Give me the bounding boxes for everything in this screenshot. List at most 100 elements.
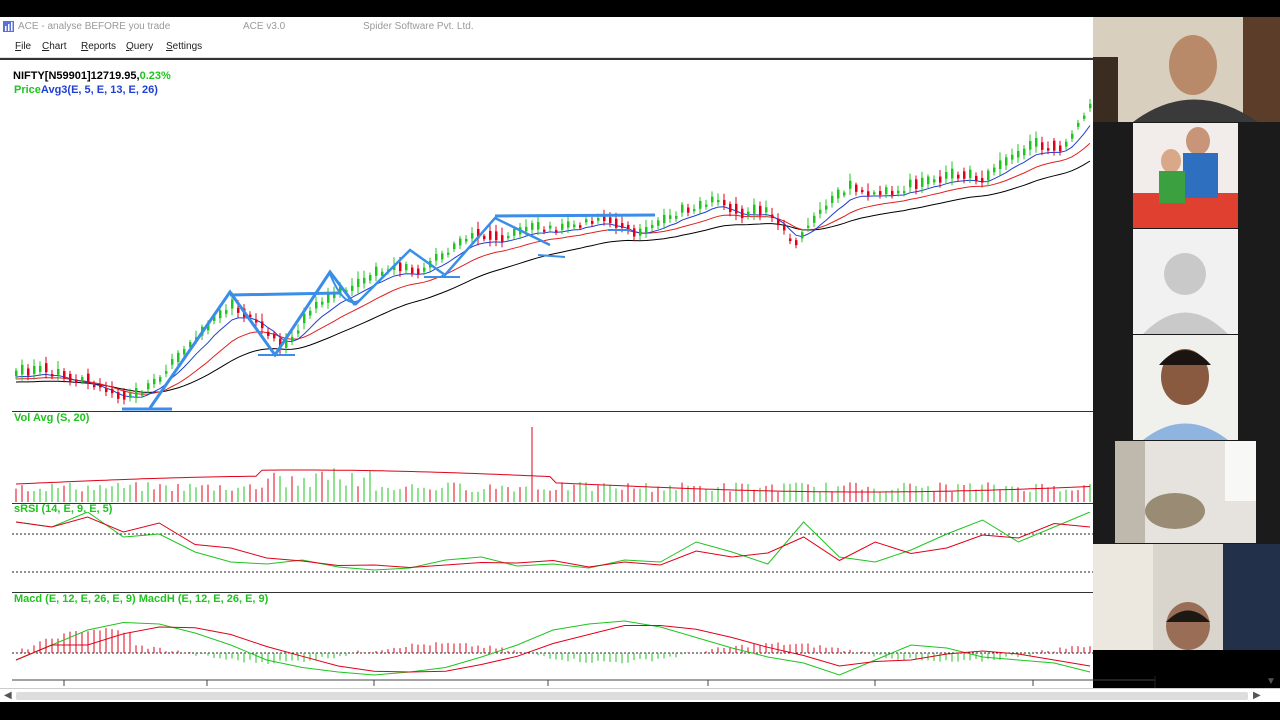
macd-line bbox=[15, 620, 1091, 676]
candle-body bbox=[837, 189, 840, 199]
candle-body bbox=[1005, 157, 1008, 166]
macd-signal-line bbox=[15, 625, 1091, 673]
participant-video-1[interactable] bbox=[1093, 17, 1280, 122]
candle-body bbox=[1035, 138, 1038, 147]
macd-panel-label: Macd (E, 12, E, 26, E, 9) MacdH (E, 12, … bbox=[14, 593, 269, 605]
candle-body bbox=[507, 235, 510, 239]
candle-body bbox=[123, 391, 126, 400]
participant-1-avatar bbox=[1093, 17, 1280, 122]
candle-body bbox=[927, 176, 930, 185]
candle-body bbox=[375, 266, 378, 276]
candle-body bbox=[1023, 148, 1026, 156]
candle-body bbox=[177, 352, 180, 362]
candle-body bbox=[723, 199, 726, 206]
candle-body bbox=[363, 277, 366, 284]
candle-body bbox=[537, 222, 540, 230]
video-participants-panel bbox=[1093, 17, 1280, 650]
menu-chart[interactable]: Chart bbox=[42, 41, 66, 52]
candle-body bbox=[657, 220, 660, 226]
participant-video-2[interactable] bbox=[1133, 123, 1238, 228]
candle-body bbox=[291, 336, 294, 342]
vendor-name: Spider Software Pvt. Ltd. bbox=[363, 21, 474, 32]
candle-body bbox=[765, 207, 768, 213]
app-icon bbox=[3, 21, 14, 32]
candle-body bbox=[111, 388, 114, 394]
candle-body bbox=[33, 365, 36, 374]
candle-body bbox=[483, 235, 486, 240]
time-axis bbox=[12, 676, 1156, 688]
crosshair-readout: 142 bbox=[1155, 650, 1174, 662]
scroll-right-arrow-icon[interactable]: ▶ bbox=[1253, 690, 1261, 701]
candle-body bbox=[549, 225, 552, 229]
candle-body bbox=[891, 190, 894, 195]
candle-body bbox=[615, 218, 618, 228]
candle-body bbox=[663, 214, 666, 224]
candle-body bbox=[15, 370, 18, 376]
participant-video-5[interactable] bbox=[1115, 441, 1256, 543]
candle-body bbox=[105, 388, 108, 393]
candle-body bbox=[825, 205, 828, 210]
candle-body bbox=[87, 373, 90, 384]
candle-body bbox=[417, 268, 420, 275]
participant-video-4[interactable] bbox=[1133, 335, 1238, 440]
candle-body bbox=[675, 215, 678, 219]
candle-body bbox=[699, 200, 702, 209]
candle-body bbox=[1083, 115, 1086, 119]
menu-query[interactable]: Query bbox=[126, 41, 153, 52]
price-chart[interactable] bbox=[0, 60, 1093, 412]
candle-body bbox=[843, 192, 846, 196]
volume-average-line bbox=[15, 469, 1091, 493]
candle-body bbox=[441, 253, 444, 260]
candle-body bbox=[975, 175, 978, 181]
candle-body bbox=[585, 219, 588, 223]
candle-body bbox=[357, 278, 360, 287]
candle-body bbox=[57, 369, 60, 375]
candle-body bbox=[981, 178, 984, 183]
candle-body bbox=[909, 179, 912, 188]
candle-body bbox=[489, 230, 492, 240]
rsi-line bbox=[15, 512, 1091, 571]
candle-body bbox=[669, 215, 672, 219]
candle-body bbox=[861, 189, 864, 193]
candle-body bbox=[591, 220, 594, 224]
scrollbar-thumb[interactable] bbox=[16, 692, 1248, 700]
candle-body bbox=[711, 196, 714, 203]
candle-body bbox=[219, 310, 222, 319]
candle-body bbox=[957, 174, 960, 179]
candle-body bbox=[939, 176, 942, 183]
candle-body bbox=[129, 393, 132, 398]
drawn-resistance-line bbox=[494, 213, 656, 218]
participant-5-avatar bbox=[1115, 441, 1256, 543]
menu-reports[interactable]: Reports bbox=[81, 41, 116, 52]
horizontal-scrollbar[interactable]: ◀ ▶ bbox=[0, 688, 1280, 703]
participant-video-3[interactable] bbox=[1133, 229, 1238, 334]
candle-body bbox=[99, 384, 102, 388]
candle-body bbox=[759, 205, 762, 215]
candle-body bbox=[741, 208, 744, 219]
candle-body bbox=[795, 240, 798, 246]
candle-body bbox=[297, 330, 300, 334]
candle-body bbox=[75, 379, 78, 383]
participant-video-6[interactable] bbox=[1093, 544, 1280, 650]
candle-body bbox=[141, 392, 144, 396]
participant-6-avatar bbox=[1093, 544, 1280, 650]
candle-body bbox=[831, 195, 834, 203]
menu-settings[interactable]: Settings bbox=[166, 41, 202, 52]
candle-body bbox=[147, 383, 150, 390]
scroll-left-arrow-icon[interactable]: ◀ bbox=[4, 690, 12, 701]
candle-body bbox=[435, 253, 438, 261]
volume-chart[interactable] bbox=[0, 422, 1093, 504]
candle-body bbox=[501, 235, 504, 242]
candle-body bbox=[531, 223, 534, 230]
candle-body bbox=[399, 262, 402, 272]
candle-body bbox=[1011, 154, 1014, 160]
candle-body bbox=[603, 216, 606, 222]
scroll-down-arrow-icon[interactable]: ▼ bbox=[1266, 676, 1276, 687]
candle-body bbox=[579, 225, 582, 228]
rsi-chart[interactable] bbox=[0, 512, 1093, 592]
chart-area[interactable]: NIFTY[N59901]12719.95,0.23% PriceAvg3(E,… bbox=[0, 58, 1093, 690]
title-bar: ACE - analyse BEFORE you trade ACE v3.0 … bbox=[0, 17, 1093, 37]
candle-body bbox=[807, 225, 810, 228]
menu-file[interactable]: File bbox=[15, 41, 31, 52]
candle-body bbox=[777, 218, 780, 226]
